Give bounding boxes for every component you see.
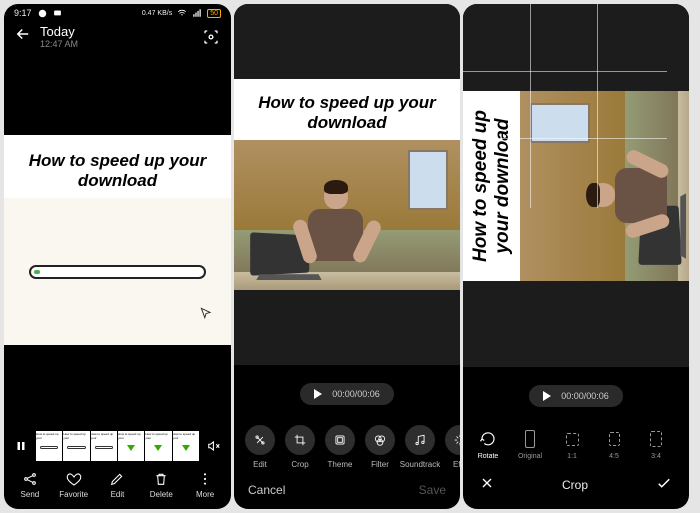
delete-button[interactable]: Delete (141, 471, 181, 499)
crop-preview[interactable]: How to speed up your download (463, 4, 689, 367)
crop-4-5[interactable]: 4:5 (595, 429, 633, 460)
time-display: 00:00/00:06 (332, 389, 380, 399)
play-icon (543, 391, 551, 401)
play-bar: 00:00/00:06 (463, 367, 689, 419)
crop-3-4[interactable]: 3:4 (637, 429, 675, 460)
status-bar: 9:17 0.47 KB/s 50 (4, 4, 231, 20)
media-content: How to speed up your download (234, 79, 460, 290)
cursor-icon (199, 306, 213, 325)
edit-button[interactable]: Edit (97, 471, 137, 499)
status-time: 9:17 (14, 8, 32, 18)
download-progress-graphic (29, 265, 206, 279)
meme-title: How to speed up your download (4, 135, 231, 198)
battery-icon: 50 (207, 9, 221, 18)
lens-button[interactable] (201, 27, 221, 47)
crop-confirm-button[interactable] (655, 474, 673, 495)
tool-crop[interactable]: Crop (280, 425, 320, 469)
play-pill[interactable]: 00:00/00:06 (300, 383, 394, 405)
tool-filter[interactable]: Filter (360, 425, 400, 469)
more-button[interactable]: More (185, 471, 225, 499)
gallery-viewer-screen: 9:17 0.47 KB/s 50 Today (4, 4, 231, 509)
cancel-button[interactable]: Cancel (248, 483, 285, 497)
thumbnail[interactable]: How to speed up your (36, 431, 62, 461)
crop-rotate[interactable]: Rotate (469, 429, 507, 460)
chat-icon (53, 9, 62, 18)
gallery-time-subtitle: 12:47 AM (40, 39, 193, 49)
editor-tools-row: Edit Crop Theme Filter Soundtrack Effe (234, 417, 460, 473)
thumbnail[interactable]: How to speed up your (118, 431, 144, 461)
tool-theme[interactable]: Theme (320, 425, 360, 469)
messenger-icon (38, 9, 47, 18)
rotated-media: How to speed up your download (463, 91, 689, 281)
editor-preview[interactable]: How to speed up your download (234, 4, 460, 365)
meme-title: How to speed up your download (234, 79, 460, 140)
media-viewport[interactable]: How to speed up your download (4, 55, 231, 425)
crop-cancel-button[interactable] (479, 475, 495, 494)
play-pill[interactable]: 00:00/00:06 (529, 385, 623, 407)
thumbnail-strip[interactable]: How to speed up your How to speed up you… (36, 431, 199, 461)
tool-edit[interactable]: Edit (240, 425, 280, 469)
signal-icon (192, 8, 202, 18)
tool-soundtrack[interactable]: Soundtrack (400, 425, 440, 469)
gallery-topbar: Today 12:47 AM (4, 20, 231, 55)
thumbnail-strip-row: How to speed up your How to speed up you… (4, 425, 231, 467)
status-network: 0.47 KB/s (142, 10, 172, 17)
time-display: 00:00/00:06 (561, 391, 609, 401)
editor-bottom-bar: Cancel Save (234, 473, 460, 509)
back-button[interactable] (14, 25, 32, 48)
media-content: How to speed up your download (4, 135, 231, 345)
meme-scene (234, 140, 460, 290)
play-icon (314, 389, 322, 399)
crop-original[interactable]: Original (511, 429, 549, 460)
tool-effect[interactable]: Effe (440, 425, 460, 469)
video-editor-screen: How to speed up your download 00:00/00:0… (234, 4, 460, 509)
meme-title: How to speed up your download (463, 91, 520, 281)
thumbnail[interactable]: How to speed up your (173, 431, 199, 461)
thumbnail[interactable]: How to speed up your (91, 431, 117, 461)
favorite-button[interactable]: Favorite (54, 471, 94, 499)
crop-more[interactable] (679, 429, 689, 460)
mute-button[interactable] (205, 437, 223, 455)
crop-1-1[interactable]: 1:1 (553, 429, 591, 460)
play-bar: 00:00/00:06 (234, 365, 460, 417)
crop-title: Crop (562, 478, 588, 492)
gallery-bottom-bar: Send Favorite Edit Delete More (4, 467, 231, 509)
send-button[interactable]: Send (10, 471, 50, 499)
thumbnail[interactable]: How to speed up your (63, 431, 89, 461)
gallery-date-title: Today (40, 24, 193, 39)
crop-bottom-bar: Crop (463, 464, 689, 509)
crop-options-row: Rotate Original 1:1 4:5 3:4 (463, 419, 689, 464)
crop-editor-screen: How to speed up your download 00:00 (463, 4, 689, 509)
thumbnail[interactable]: How to speed up your (145, 431, 171, 461)
pause-button[interactable] (12, 437, 30, 455)
wifi-icon (177, 8, 187, 18)
meme-scene (520, 91, 689, 281)
save-button[interactable]: Save (419, 483, 446, 497)
